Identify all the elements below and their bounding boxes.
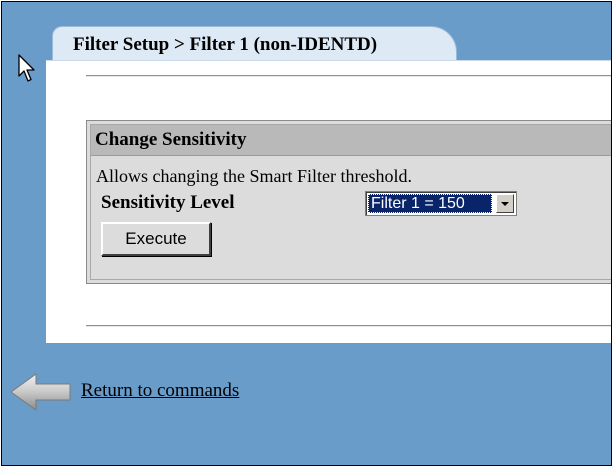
section-description: Allows changing the Smart Filter thresho… [96, 166, 412, 186]
divider-top [86, 75, 611, 77]
section-title: Change Sensitivity [95, 129, 247, 150]
section-header: Change Sensitivity [91, 125, 611, 156]
dropdown-arrow-icon[interactable] [496, 194, 514, 213]
content-panel: Change Sensitivity Allows changing the S… [46, 60, 611, 343]
sensitivity-level-label: Sensitivity Level [101, 192, 235, 213]
sensitivity-level-select[interactable]: Filter 1 = 150 [365, 191, 517, 216]
divider-bottom [86, 325, 611, 327]
back-arrow-icon[interactable] [8, 372, 74, 412]
return-to-commands-link[interactable]: Return to commands [81, 380, 239, 402]
change-sensitivity-section: Change Sensitivity Allows changing the S… [86, 120, 611, 284]
execute-button[interactable]: Execute [101, 222, 211, 256]
app-window: Filter Setup > Filter 1 (non-IDENTD) Cha… [1, 1, 612, 466]
tab-title: Filter Setup > Filter 1 (non-IDENTD) [73, 34, 378, 55]
mouse-pointer-icon [18, 54, 35, 82]
sensitivity-selected-value: Filter 1 = 150 [368, 194, 492, 213]
tab-filter-setup[interactable]: Filter Setup > Filter 1 (non-IDENTD) [52, 26, 457, 64]
